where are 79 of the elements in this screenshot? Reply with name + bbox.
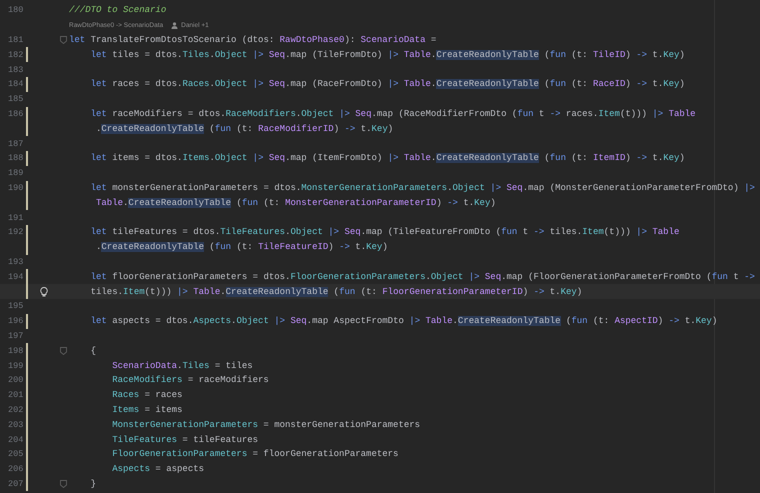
- line-number: 195: [7, 301, 24, 312]
- line-number: 205: [7, 449, 24, 460]
- line-number: 185: [7, 94, 24, 104]
- line-number: 204: [7, 434, 24, 444]
- change-marker[interactable]: [26, 240, 28, 255]
- person-icon: [171, 22, 178, 29]
- change-marker[interactable]: [26, 180, 28, 196]
- code-line: let items = dtos.Items.Object |> Seq.map (ItemFromDto) |> Table.CreateReadonlyTable (fun (t: ItemID) -> t.Key): [90, 153, 685, 164]
- code-line: let floorGenerationParameters = dtos.FloorGenerationParameters.Object |> Seq.map (FloorGenerationParameterFromDto (fun t ->: [90, 272, 755, 282]
- change-marker[interactable]: [26, 284, 28, 299]
- change-marker[interactable]: [26, 402, 28, 418]
- code-line: tiles.Item(t))) |> Table.CreateReadonlyTable (fun (t: FloorGenerationParameterID) -> t.Key): [90, 286, 582, 297]
- line-number: 200: [7, 375, 24, 386]
- code-line: Aspects = aspects: [111, 464, 204, 474]
- change-marker[interactable]: [26, 150, 28, 166]
- change-marker[interactable]: [26, 358, 28, 373]
- code-line: let races = dtos.Races.Object |> Seq.map (RaceFromDto) |> Table.CreateReadonlyTable (fun (t: RaceID) -> t.Key): [90, 79, 685, 90]
- code-line: }: [90, 478, 96, 489]
- line-number: 181: [7, 34, 24, 45]
- line-number: 199: [7, 360, 24, 371]
- change-marker[interactable]: [26, 476, 28, 492]
- change-marker[interactable]: [26, 314, 28, 329]
- code-line: Items = items: [111, 404, 182, 415]
- line-number: 197: [7, 330, 24, 341]
- line-number: 206: [7, 464, 24, 474]
- change-marker[interactable]: [26, 372, 28, 388]
- line-number: 184: [7, 79, 24, 90]
- change-marker[interactable]: [26, 224, 28, 240]
- line-number: 193: [7, 256, 24, 267]
- code-line: let aspects = dtos.Aspects.Object |> Seq.map AspectFromDto |> Table.CreateReadonlyTable (fun (t: AspectID) -> t.Key): [90, 316, 718, 326]
- line-number: 203: [7, 420, 24, 430]
- change-marker[interactable]: [26, 269, 28, 284]
- line-number: 198: [7, 346, 24, 356]
- code-line: let tileFeatures = dtos.TileFeatures.Object |> Seq.map (TileFeatureFromDto (fun t -> tiles.Item(t))) |> Table: [90, 227, 680, 238]
- change-marker[interactable]: [26, 106, 28, 122]
- line-number: 202: [7, 404, 24, 415]
- line-number: 183: [7, 64, 24, 75]
- fold-icon[interactable]: [60, 480, 67, 488]
- line-number: 182: [7, 50, 24, 60]
- code-line: ///DTO to Scenario: [69, 5, 166, 16]
- code-line: .CreateReadonlyTable (fun (t: TileFeatureID) -> t.Key): [95, 242, 388, 252]
- line-number: 186: [7, 108, 24, 119]
- change-marker[interactable]: [26, 76, 28, 92]
- change-marker[interactable]: [26, 432, 28, 447]
- code-line: let TranslateFromDtosToScenario (dtos: RawDtoPhase0): ScenarioData =: [69, 34, 436, 45]
- lightbulb-icon[interactable]: [40, 286, 48, 297]
- change-marker[interactable]: [26, 121, 28, 136]
- code-line: let monsterGenerationParameters = dtos.MonsterGenerationParameters.Object |> Seq.map (MonsterGenerationParameterFromDto) |>: [90, 182, 755, 193]
- line-number: 187: [7, 138, 24, 149]
- code-line: let tiles = dtos.Tiles.Object |> Seq.map (TileFromDto) |> Table.CreateReadonlyTable (fun (t: TileID) -> t.Key): [90, 50, 685, 60]
- change-marker[interactable]: [26, 47, 28, 62]
- code-line: Table.CreateReadonlyTable (fun (t: MonsterGenerationParameterID) -> t.Key): [95, 198, 496, 208]
- line-number: 189: [7, 168, 24, 178]
- line-number: 192: [7, 227, 24, 238]
- line-number: 194: [7, 272, 24, 282]
- code-line: RaceModifiers = raceModifiers: [111, 375, 269, 386]
- code-line: MonsterGenerationParameters = monsterGenerationParameters: [111, 420, 420, 430]
- line-number: 207: [7, 478, 24, 489]
- change-marker[interactable]: [26, 446, 28, 462]
- fold-icon[interactable]: [60, 36, 67, 44]
- code-line: let raceModifiers = dtos.RaceModifiers.Object |> Seq.map (RaceModifierFromDto (fun t -> races.Item(t))) |> Table: [90, 108, 696, 119]
- line-number: 196: [7, 316, 24, 326]
- change-marker[interactable]: [26, 417, 28, 432]
- line-number: 180: [7, 5, 24, 16]
- change-marker[interactable]: [26, 462, 28, 476]
- code-line: TileFeatures = tileFeatures: [111, 434, 258, 444]
- code-line: Races = races: [111, 390, 182, 400]
- line-number: 190: [7, 182, 24, 193]
- fold-icon[interactable]: [60, 346, 67, 355]
- code-line: .CreateReadonlyTable (fun (t: RaceModifierID) -> t.Key): [95, 124, 394, 134]
- line-number: 188: [7, 153, 24, 164]
- change-marker[interactable]: [26, 195, 28, 210]
- line-number: 201: [7, 390, 24, 400]
- code-line: {: [90, 346, 96, 356]
- code-line: ScenarioData.Tiles = tiles: [111, 360, 253, 371]
- change-marker[interactable]: [26, 343, 28, 358]
- line-number: 191: [7, 212, 24, 223]
- code-line: FloorGenerationParameters = floorGenerationParameters: [111, 449, 398, 460]
- change-marker[interactable]: [26, 388, 28, 403]
